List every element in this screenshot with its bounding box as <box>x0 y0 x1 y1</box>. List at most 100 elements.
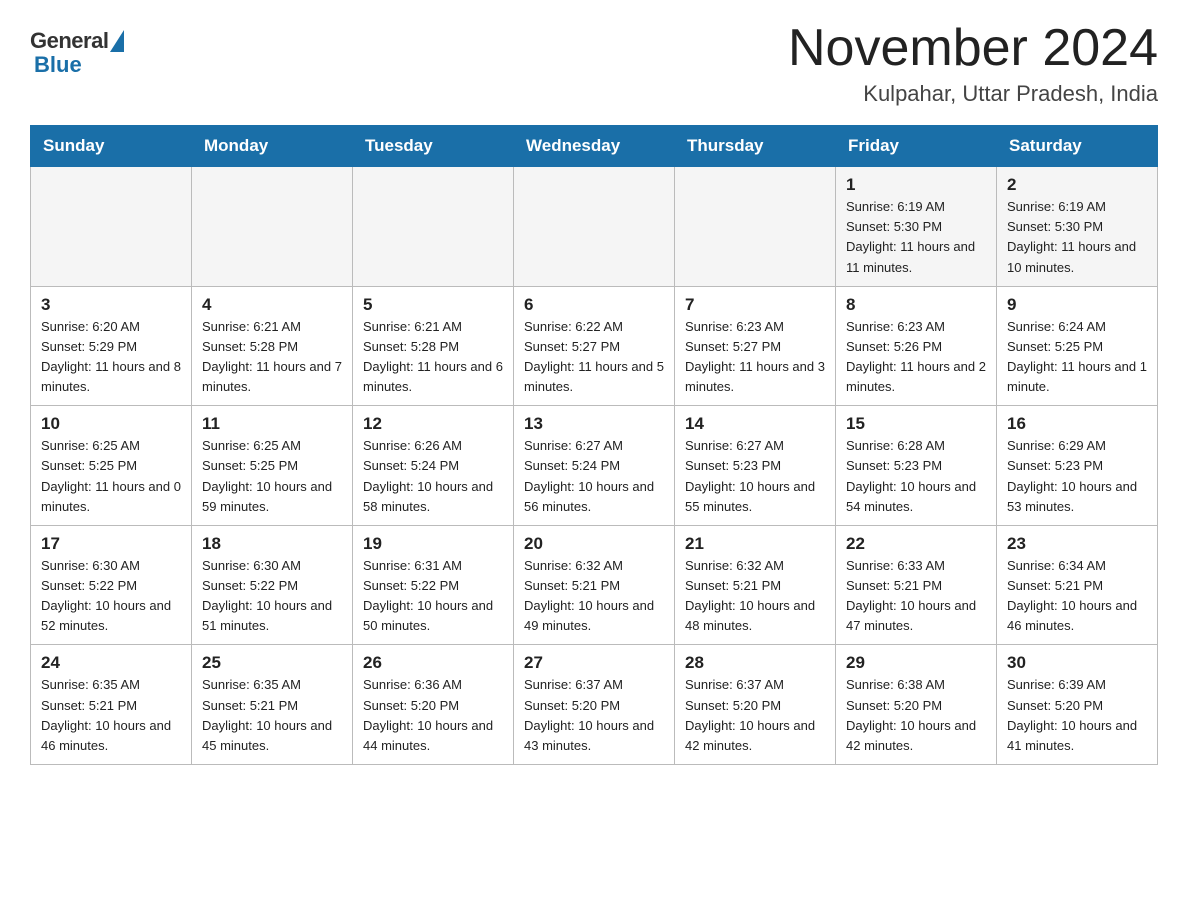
calendar-cell: 16Sunrise: 6:29 AMSunset: 5:23 PMDayligh… <box>997 406 1158 526</box>
calendar-cell: 26Sunrise: 6:36 AMSunset: 5:20 PMDayligh… <box>353 645 514 765</box>
calendar-cell <box>675 167 836 287</box>
calendar-cell: 18Sunrise: 6:30 AMSunset: 5:22 PMDayligh… <box>192 525 353 645</box>
calendar-cell: 17Sunrise: 6:30 AMSunset: 5:22 PMDayligh… <box>31 525 192 645</box>
calendar-cell: 24Sunrise: 6:35 AMSunset: 5:21 PMDayligh… <box>31 645 192 765</box>
day-info: Sunrise: 6:35 AMSunset: 5:21 PMDaylight:… <box>41 675 181 756</box>
day-number: 27 <box>524 653 664 673</box>
day-number: 29 <box>846 653 986 673</box>
calendar-cell: 19Sunrise: 6:31 AMSunset: 5:22 PMDayligh… <box>353 525 514 645</box>
day-number: 11 <box>202 414 342 434</box>
day-info: Sunrise: 6:37 AMSunset: 5:20 PMDaylight:… <box>685 675 825 756</box>
day-info: Sunrise: 6:39 AMSunset: 5:20 PMDaylight:… <box>1007 675 1147 756</box>
column-header-sunday: Sunday <box>31 126 192 167</box>
day-number: 8 <box>846 295 986 315</box>
calendar-cell <box>514 167 675 287</box>
logo: General Blue <box>30 28 124 78</box>
day-number: 2 <box>1007 175 1147 195</box>
day-number: 12 <box>363 414 503 434</box>
day-info: Sunrise: 6:29 AMSunset: 5:23 PMDaylight:… <box>1007 436 1147 517</box>
logo-blue-text: Blue <box>30 52 82 78</box>
calendar-week-row: 24Sunrise: 6:35 AMSunset: 5:21 PMDayligh… <box>31 645 1158 765</box>
day-info: Sunrise: 6:23 AMSunset: 5:26 PMDaylight:… <box>846 317 986 398</box>
day-number: 21 <box>685 534 825 554</box>
calendar-cell: 23Sunrise: 6:34 AMSunset: 5:21 PMDayligh… <box>997 525 1158 645</box>
day-number: 25 <box>202 653 342 673</box>
column-header-monday: Monday <box>192 126 353 167</box>
day-number: 22 <box>846 534 986 554</box>
calendar-cell <box>192 167 353 287</box>
location-subtitle: Kulpahar, Uttar Pradesh, India <box>788 81 1158 107</box>
day-number: 1 <box>846 175 986 195</box>
day-number: 14 <box>685 414 825 434</box>
day-info: Sunrise: 6:28 AMSunset: 5:23 PMDaylight:… <box>846 436 986 517</box>
day-info: Sunrise: 6:19 AMSunset: 5:30 PMDaylight:… <box>1007 197 1147 278</box>
calendar-cell: 1Sunrise: 6:19 AMSunset: 5:30 PMDaylight… <box>836 167 997 287</box>
calendar-cell: 14Sunrise: 6:27 AMSunset: 5:23 PMDayligh… <box>675 406 836 526</box>
column-header-saturday: Saturday <box>997 126 1158 167</box>
column-header-wednesday: Wednesday <box>514 126 675 167</box>
calendar-cell: 15Sunrise: 6:28 AMSunset: 5:23 PMDayligh… <box>836 406 997 526</box>
calendar-cell: 22Sunrise: 6:33 AMSunset: 5:21 PMDayligh… <box>836 525 997 645</box>
day-number: 30 <box>1007 653 1147 673</box>
calendar-cell: 13Sunrise: 6:27 AMSunset: 5:24 PMDayligh… <box>514 406 675 526</box>
day-number: 24 <box>41 653 181 673</box>
day-number: 13 <box>524 414 664 434</box>
calendar-cell: 2Sunrise: 6:19 AMSunset: 5:30 PMDaylight… <box>997 167 1158 287</box>
day-number: 19 <box>363 534 503 554</box>
day-number: 15 <box>846 414 986 434</box>
day-info: Sunrise: 6:32 AMSunset: 5:21 PMDaylight:… <box>524 556 664 637</box>
day-info: Sunrise: 6:23 AMSunset: 5:27 PMDaylight:… <box>685 317 825 398</box>
day-info: Sunrise: 6:26 AMSunset: 5:24 PMDaylight:… <box>363 436 503 517</box>
day-number: 28 <box>685 653 825 673</box>
calendar-cell: 27Sunrise: 6:37 AMSunset: 5:20 PMDayligh… <box>514 645 675 765</box>
calendar-cell: 29Sunrise: 6:38 AMSunset: 5:20 PMDayligh… <box>836 645 997 765</box>
column-header-thursday: Thursday <box>675 126 836 167</box>
day-number: 3 <box>41 295 181 315</box>
column-header-tuesday: Tuesday <box>353 126 514 167</box>
day-info: Sunrise: 6:27 AMSunset: 5:23 PMDaylight:… <box>685 436 825 517</box>
day-number: 7 <box>685 295 825 315</box>
day-info: Sunrise: 6:34 AMSunset: 5:21 PMDaylight:… <box>1007 556 1147 637</box>
page-header: General Blue November 2024 Kulpahar, Utt… <box>30 20 1158 107</box>
day-info: Sunrise: 6:22 AMSunset: 5:27 PMDaylight:… <box>524 317 664 398</box>
calendar-table: SundayMondayTuesdayWednesdayThursdayFrid… <box>30 125 1158 765</box>
day-info: Sunrise: 6:30 AMSunset: 5:22 PMDaylight:… <box>202 556 342 637</box>
day-number: 18 <box>202 534 342 554</box>
calendar-cell: 28Sunrise: 6:37 AMSunset: 5:20 PMDayligh… <box>675 645 836 765</box>
title-block: November 2024 Kulpahar, Uttar Pradesh, I… <box>788 20 1158 107</box>
calendar-cell: 6Sunrise: 6:22 AMSunset: 5:27 PMDaylight… <box>514 286 675 406</box>
calendar-cell: 7Sunrise: 6:23 AMSunset: 5:27 PMDaylight… <box>675 286 836 406</box>
day-number: 23 <box>1007 534 1147 554</box>
day-info: Sunrise: 6:31 AMSunset: 5:22 PMDaylight:… <box>363 556 503 637</box>
day-number: 20 <box>524 534 664 554</box>
day-info: Sunrise: 6:37 AMSunset: 5:20 PMDaylight:… <box>524 675 664 756</box>
day-info: Sunrise: 6:38 AMSunset: 5:20 PMDaylight:… <box>846 675 986 756</box>
day-number: 9 <box>1007 295 1147 315</box>
day-number: 4 <box>202 295 342 315</box>
day-info: Sunrise: 6:30 AMSunset: 5:22 PMDaylight:… <box>41 556 181 637</box>
calendar-week-row: 10Sunrise: 6:25 AMSunset: 5:25 PMDayligh… <box>31 406 1158 526</box>
calendar-cell: 5Sunrise: 6:21 AMSunset: 5:28 PMDaylight… <box>353 286 514 406</box>
calendar-cell: 12Sunrise: 6:26 AMSunset: 5:24 PMDayligh… <box>353 406 514 526</box>
calendar-cell: 3Sunrise: 6:20 AMSunset: 5:29 PMDaylight… <box>31 286 192 406</box>
calendar-cell: 4Sunrise: 6:21 AMSunset: 5:28 PMDaylight… <box>192 286 353 406</box>
calendar-cell: 11Sunrise: 6:25 AMSunset: 5:25 PMDayligh… <box>192 406 353 526</box>
calendar-week-row: 3Sunrise: 6:20 AMSunset: 5:29 PMDaylight… <box>31 286 1158 406</box>
column-header-friday: Friday <box>836 126 997 167</box>
calendar-week-row: 1 Sunrise: 6:19 AMSunset: 5:30 PMDaylight… <box>31 167 1158 287</box>
calendar-cell: 30Sunrise: 6:39 AMSunset: 5:20 PMDayligh… <box>997 645 1158 765</box>
logo-general-text: General <box>30 28 108 54</box>
day-info: Sunrise: 6:36 AMSunset: 5:20 PMDaylight:… <box>363 675 503 756</box>
day-info: Sunrise: 6:35 AMSunset: 5:21 PMDaylight:… <box>202 675 342 756</box>
day-number: 17 <box>41 534 181 554</box>
calendar-cell: 21Sunrise: 6:32 AMSunset: 5:21 PMDayligh… <box>675 525 836 645</box>
month-year-title: November 2024 <box>788 20 1158 77</box>
day-number: 26 <box>363 653 503 673</box>
day-number: 10 <box>41 414 181 434</box>
day-info: Sunrise: 6:32 AMSunset: 5:21 PMDaylight:… <box>685 556 825 637</box>
calendar-cell <box>31 167 192 287</box>
calendar-cell: 10Sunrise: 6:25 AMSunset: 5:25 PMDayligh… <box>31 406 192 526</box>
calendar-cell: 25Sunrise: 6:35 AMSunset: 5:21 PMDayligh… <box>192 645 353 765</box>
day-info: Sunrise: 6:20 AMSunset: 5:29 PMDaylight:… <box>41 317 181 398</box>
logo-triangle-icon <box>110 30 124 52</box>
